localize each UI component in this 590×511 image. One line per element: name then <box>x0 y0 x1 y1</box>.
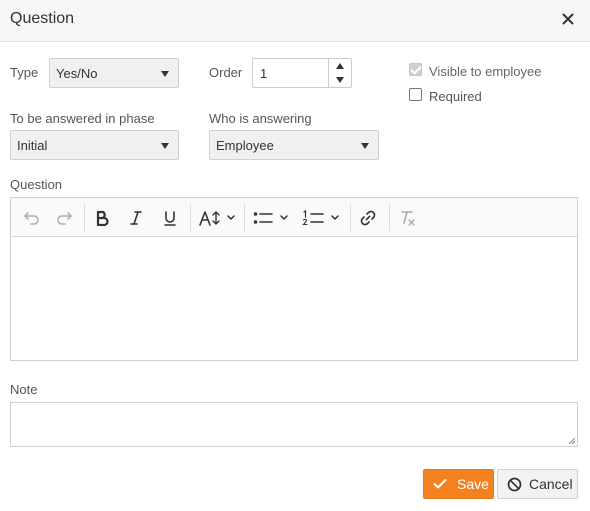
chevron-down-icon <box>361 143 369 149</box>
order-input[interactable] <box>253 59 329 87</box>
underline-button[interactable] <box>158 205 182 230</box>
numbered-list-icon <box>302 209 339 225</box>
dialog-header: Question <box>0 0 590 42</box>
required-label: Required <box>429 89 482 104</box>
numbered-list-dropdown[interactable] <box>300 205 344 230</box>
bold-icon <box>96 210 109 226</box>
type-label: Type <box>10 65 39 80</box>
note-label: Note <box>10 382 38 397</box>
italic-icon <box>130 210 142 225</box>
required-checkbox[interactable] <box>409 88 422 101</box>
who-select[interactable]: Employee <box>209 130 379 160</box>
link-button[interactable] <box>356 205 380 230</box>
toolbar-divider <box>244 204 245 231</box>
who-value: Employee <box>216 138 274 153</box>
check-icon <box>433 479 447 489</box>
redo-icon <box>57 211 72 225</box>
close-icon <box>562 13 574 25</box>
visible-to-employee-checkbox[interactable] <box>409 63 422 76</box>
redo-button[interactable] <box>51 205 77 230</box>
toolbar-divider <box>84 204 85 231</box>
visible-to-employee-label: Visible to employee <box>429 64 542 79</box>
font-size-dropdown[interactable] <box>197 205 239 230</box>
type-value: Yes/No <box>56 66 98 81</box>
cancel-button[interactable]: Cancel <box>497 469 578 499</box>
chevron-down-icon <box>161 71 169 77</box>
question-content-area[interactable] <box>11 237 577 360</box>
question-label: Question <box>10 177 63 192</box>
italic-button[interactable] <box>124 205 148 230</box>
phase-label: To be answered in phase <box>10 111 155 126</box>
toolbar-divider <box>350 204 351 231</box>
bullet-list-dropdown[interactable] <box>251 205 293 230</box>
increment-arrow-icon[interactable] <box>329 59 351 73</box>
note-field <box>10 402 578 447</box>
link-icon <box>360 210 376 225</box>
question-editor <box>10 197 578 361</box>
ban-icon <box>507 477 522 491</box>
cancel-label: Cancel <box>529 476 573 492</box>
decrement-arrow-icon[interactable] <box>329 73 351 87</box>
order-stepper <box>252 58 352 88</box>
undo-button[interactable] <box>19 205 45 230</box>
toolbar-divider <box>190 204 191 231</box>
undo-icon <box>24 211 39 225</box>
clear-format-icon <box>401 210 415 226</box>
phase-value: Initial <box>17 138 48 153</box>
resize-handle-icon[interactable] <box>568 437 576 445</box>
underline-icon <box>164 210 176 226</box>
who-label: Who is answering <box>209 111 312 126</box>
font-size-icon <box>199 210 235 226</box>
bullet-list-icon <box>253 211 288 224</box>
dialog-title: Question <box>10 10 75 27</box>
type-select[interactable]: Yes/No <box>49 58 179 88</box>
order-spinner <box>328 59 351 87</box>
editor-toolbar <box>11 198 577 237</box>
chevron-down-icon <box>161 143 169 149</box>
note-textarea[interactable] <box>11 403 577 446</box>
clear-format-button[interactable] <box>396 205 420 230</box>
save-label: Save <box>457 476 489 492</box>
close-button[interactable] <box>558 8 578 30</box>
toolbar-divider <box>389 204 390 231</box>
save-button[interactable]: Save <box>423 469 494 499</box>
phase-select[interactable]: Initial <box>10 130 179 160</box>
order-label: Order <box>209 65 243 80</box>
bold-button[interactable] <box>90 205 114 230</box>
